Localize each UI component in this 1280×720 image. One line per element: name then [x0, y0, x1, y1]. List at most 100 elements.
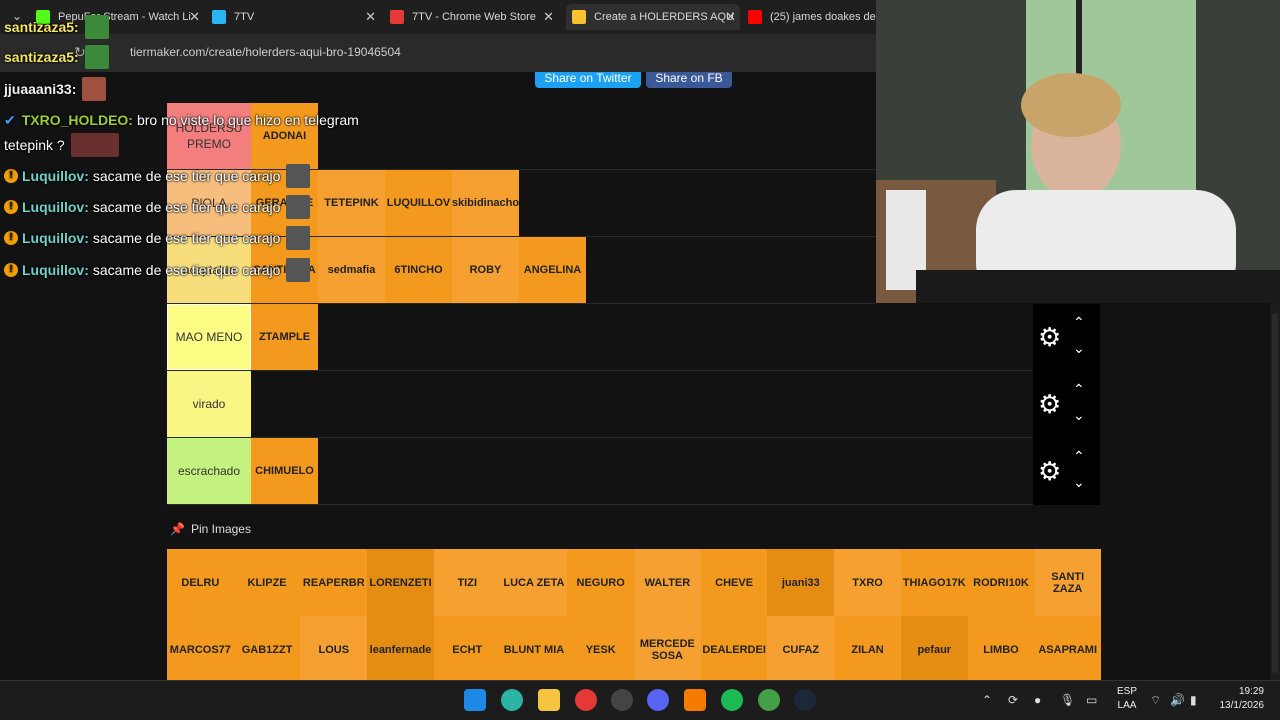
- chat-line: ! Luquillov: sacame de ese tier que cara…: [4, 164, 311, 188]
- monitor-icon[interactable]: ▭: [1086, 693, 1097, 707]
- emote-icon: [84, 45, 109, 69]
- chevron-up-icon[interactable]: ⌃: [1073, 381, 1085, 398]
- tier-label[interactable]: virado: [167, 371, 251, 437]
- pool-item[interactable]: ASAPRAMI: [1034, 616, 1102, 680]
- app-tray-icon[interactable]: ●: [1034, 693, 1041, 707]
- pool-item[interactable]: BLUNT MIA: [500, 616, 568, 680]
- pool-item[interactable]: RODRI10K: [967, 549, 1035, 616]
- clock-date: 13/1/2026: [1219, 700, 1265, 711]
- chevron-up-icon[interactable]: ⌃: [1073, 448, 1085, 465]
- chrome-icon[interactable]: [575, 689, 597, 711]
- tier-item[interactable]: CHIMUELO: [251, 438, 318, 504]
- pool-item[interactable]: LOUS: [300, 616, 368, 680]
- pool-item[interactable]: leanfernade: [367, 616, 434, 680]
- badge-icon: !: [4, 263, 18, 277]
- tab-youtube[interactable]: (25) james doakes dexte: [748, 4, 876, 30]
- close-icon[interactable]: ✕: [725, 9, 736, 25]
- tier-row: MAO MENO ZTAMPLE ⚙ ⌃ ⌄: [167, 304, 1100, 371]
- tier-item[interactable]: ZTAMPLE: [251, 304, 318, 370]
- pool-item[interactable]: LUCA ZETA: [500, 549, 568, 616]
- stream-chat-overlay: santizaza5: santizaza5: jjuaaani33: ✔ TX…: [0, 0, 440, 290]
- pool-item[interactable]: CHEVE: [700, 549, 768, 616]
- pool-item[interactable]: ZILAN: [834, 616, 901, 680]
- pin-images-toggle[interactable]: 📌 Pin Images: [170, 522, 251, 536]
- chat-user: Luquillov:: [22, 262, 89, 278]
- system-clock[interactable]: 19:29 13/1/2026: [1220, 685, 1265, 713]
- pool-item[interactable]: MARCOS77: [167, 616, 234, 680]
- image-pool-row: DELRU KLIPZE REAPERBR LORENZETI TIZI LUC…: [167, 549, 1102, 616]
- gear-icon[interactable]: ⚙: [1038, 458, 1061, 484]
- chat-line: ! Luquillov: sacame de ese tier que cara…: [4, 226, 311, 250]
- chevron-up-icon[interactable]: ⌃: [1073, 314, 1085, 331]
- edge-icon[interactable]: [501, 689, 523, 711]
- pool-item[interactable]: NEGURO: [567, 549, 635, 616]
- chevron-down-icon[interactable]: ⌄: [1073, 340, 1085, 357]
- discord-icon[interactable]: [647, 689, 669, 711]
- emote-icon: [286, 226, 311, 250]
- pool-item[interactable]: THIAGO17K: [900, 549, 968, 616]
- chrome-icon[interactable]: [758, 689, 780, 711]
- tier-item[interactable]: ROBY: [452, 237, 519, 303]
- close-icon[interactable]: ✕: [543, 9, 554, 25]
- emote-icon: [70, 133, 119, 157]
- pool-item[interactable]: YESK: [567, 616, 635, 680]
- tier-label[interactable]: escrachado: [167, 438, 251, 504]
- pool-item[interactable]: ECHT: [433, 616, 501, 680]
- tier-controls: ⚙ ⌃ ⌄: [1033, 371, 1100, 438]
- badge-icon: !: [4, 231, 18, 245]
- pool-item[interactable]: juani33: [767, 549, 835, 616]
- file-explorer-icon[interactable]: [538, 689, 560, 711]
- windows-taskbar: ⌃ ⟳ ● 🎙 ▭ ESP LAA ⌔ 🔊 ▮ 19:29 13/1/2026: [0, 680, 1280, 720]
- pool-item[interactable]: SANTI ZAZA: [1034, 549, 1102, 616]
- steam-icon[interactable]: [794, 689, 816, 711]
- spotify-icon[interactable]: [721, 689, 743, 711]
- emote-icon: [286, 164, 311, 188]
- tier-row: escrachado CHIMUELO ⚙ ⌃ ⌄: [167, 438, 1100, 505]
- page-scrollbar[interactable]: [1270, 303, 1280, 680]
- pool-item[interactable]: DELRU: [167, 549, 234, 616]
- language-indicator[interactable]: ESP LAA: [1117, 685, 1137, 713]
- chat-message: sacame de ese tier que carajo: [92, 230, 281, 246]
- gear-icon[interactable]: ⚙: [1038, 391, 1061, 417]
- fl-studio-icon[interactable]: [684, 689, 706, 711]
- battery-icon[interactable]: ▮: [1190, 693, 1197, 707]
- chevron-down-icon[interactable]: ⌄: [1073, 407, 1085, 424]
- tab-tiermaker[interactable]: Create a HOLERDERS AQU ✕: [566, 4, 740, 30]
- chevron-down-icon[interactable]: ⌄: [1073, 474, 1085, 491]
- volume-icon[interactable]: 🔊: [1170, 693, 1185, 707]
- chat-user: santizaza5:: [4, 49, 79, 65]
- tier-label[interactable]: MAO MENO: [167, 304, 251, 370]
- pool-item[interactable]: WALTER: [634, 549, 701, 616]
- lang-code: ESP: [1117, 686, 1138, 697]
- tiermaker-icon: [572, 10, 586, 24]
- youtube-icon: [748, 10, 762, 24]
- share-fb-button[interactable]: Share on FB: [646, 72, 732, 88]
- wifi-icon[interactable]: ⌔: [1150, 693, 1161, 708]
- chevron-up-icon[interactable]: ⌃: [982, 693, 992, 707]
- tier-item[interactable]: ANGELINA: [519, 237, 586, 303]
- tier-item[interactable]: skibidinacho: [452, 170, 519, 236]
- pin-icon: 📌: [170, 522, 185, 536]
- pool-item[interactable]: DEALERDEI: [700, 616, 768, 680]
- windows-start-icon[interactable]: [464, 689, 486, 711]
- obs-icon[interactable]: [611, 689, 633, 711]
- pool-item[interactable]: GAB1ZZT: [233, 616, 301, 680]
- sync-icon[interactable]: ⟳: [1008, 693, 1018, 707]
- pool-item[interactable]: REAPERBR: [300, 549, 368, 616]
- scrollbar-thumb[interactable]: [1272, 313, 1278, 673]
- chat-user: Luquillov:: [22, 168, 89, 184]
- pool-item[interactable]: TIZI: [433, 549, 501, 616]
- image-pool-row: MARCOS77 GAB1ZZT LOUS leanfernade ECHT B…: [167, 616, 1102, 680]
- pool-item[interactable]: pefaur: [900, 616, 968, 680]
- pool-item[interactable]: LIMBO: [967, 616, 1035, 680]
- microphone-icon[interactable]: 🎙: [1060, 693, 1075, 707]
- pool-item[interactable]: MERCEDE SOSA: [634, 616, 701, 680]
- pool-item[interactable]: CUFAZ: [767, 616, 835, 680]
- chat-message: sacame de ese tier que carajo: [92, 262, 281, 278]
- share-twitter-button[interactable]: Share on Twitter: [535, 72, 641, 88]
- pool-item[interactable]: LORENZETI: [367, 549, 434, 616]
- pool-item[interactable]: TXRO: [834, 549, 901, 616]
- chat-message: tetepink ?: [4, 137, 65, 153]
- gear-icon[interactable]: ⚙: [1038, 324, 1061, 350]
- pool-item[interactable]: KLIPZE: [233, 549, 301, 616]
